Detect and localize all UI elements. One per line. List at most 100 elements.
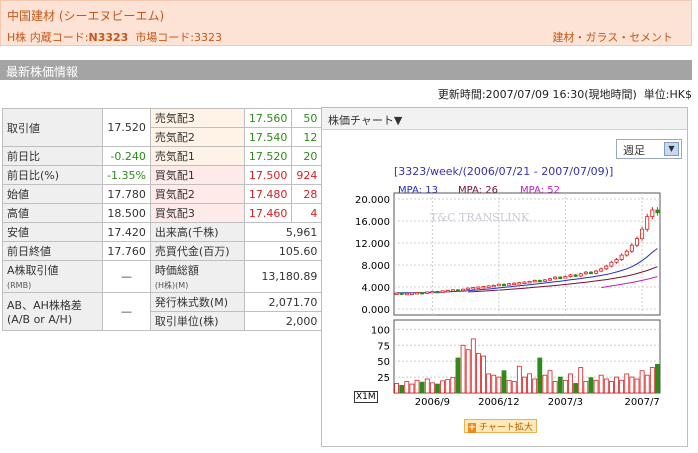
candle-body bbox=[461, 288, 466, 292]
volume-bar bbox=[532, 378, 538, 394]
candle-body bbox=[409, 292, 414, 295]
open-label: 始値 bbox=[2, 184, 103, 204]
candle-body bbox=[404, 292, 409, 296]
update-info: 更新時間:2007/07/09 16:30(現地時間) 単位:HK$ bbox=[438, 86, 692, 102]
last-price-value: 17.520 bbox=[102, 108, 151, 147]
volume-bar bbox=[516, 365, 522, 394]
candle-body bbox=[594, 270, 599, 274]
chart-enlarge-button[interactable]: + チャート拡大 bbox=[464, 419, 537, 433]
ask3-qty: 50 bbox=[291, 108, 323, 128]
volume-bar bbox=[399, 384, 405, 394]
ask2-qty: 12 bbox=[291, 127, 323, 147]
volume-tick-label: 100 bbox=[371, 325, 390, 336]
volume-label: 出来高(千株) bbox=[149, 222, 245, 242]
ask2-label: 売気配2 bbox=[149, 127, 245, 147]
x-tick-label: 2007/7 bbox=[625, 397, 660, 408]
watermark-text: T&C TRANSLINK bbox=[430, 211, 530, 224]
volume-bar bbox=[609, 381, 614, 394]
price-tick-label: 0.000 bbox=[361, 305, 390, 316]
candle-body bbox=[425, 291, 430, 294]
candle-body bbox=[501, 283, 506, 287]
volume-bar bbox=[537, 357, 543, 394]
volume-bar bbox=[655, 363, 660, 394]
volume-bar bbox=[557, 376, 563, 394]
ask1-qty: 20 bbox=[291, 146, 323, 166]
volume-bar bbox=[629, 376, 635, 394]
volume-bar bbox=[409, 383, 415, 394]
price-tick-label: 12.000 bbox=[355, 239, 390, 250]
ask3-price: 17.560 bbox=[243, 108, 293, 128]
a-price-unit: (RMB) bbox=[7, 281, 32, 290]
candle-body bbox=[634, 238, 639, 246]
candle-body bbox=[476, 286, 481, 289]
ask1-price: 17.520 bbox=[243, 146, 293, 166]
prev-close-label: 前日終値 bbox=[2, 241, 103, 261]
candle-body bbox=[542, 279, 547, 282]
bid3-price: 17.460 bbox=[243, 203, 293, 223]
chart-panel: 株価チャート▼ 週足 ▼ [3323/week/(2006/07/21 - 20… bbox=[321, 107, 688, 447]
ask1-label: 売気配1 bbox=[149, 146, 245, 166]
volume-bar bbox=[614, 376, 619, 394]
prev-close-value: 17.760 bbox=[102, 241, 151, 261]
volume-bar bbox=[419, 381, 425, 394]
candle-body bbox=[583, 271, 588, 275]
candle-body bbox=[532, 279, 537, 283]
volume-bar bbox=[404, 381, 410, 394]
change-label: 前日比 bbox=[2, 146, 103, 166]
volume-bar bbox=[414, 379, 420, 394]
price-tick-label: 20.000 bbox=[355, 195, 390, 206]
lot-label: 取引単位(株) bbox=[149, 311, 245, 331]
market-code: 市場コード:3323 bbox=[135, 31, 223, 44]
volume-bar bbox=[522, 376, 527, 394]
bid3-qty: 4 bbox=[291, 203, 323, 223]
bid1-label: 買気配1 bbox=[149, 165, 245, 185]
candle-body bbox=[619, 254, 624, 260]
candle-body bbox=[578, 273, 583, 277]
mcap-label-text: 時価総額 bbox=[154, 264, 199, 277]
ask3-label: 売気配3 bbox=[149, 108, 245, 128]
candle-body bbox=[445, 289, 450, 293]
candle-body bbox=[430, 290, 435, 294]
volume-bar bbox=[429, 382, 435, 394]
volume-bar bbox=[542, 374, 548, 394]
lot-value: 2,000 bbox=[243, 311, 323, 331]
volume-bar bbox=[445, 379, 451, 394]
low-value: 17.420 bbox=[102, 222, 151, 242]
volume-bar bbox=[491, 374, 497, 394]
x-tick-label: 2007/3 bbox=[548, 397, 583, 408]
candle-body bbox=[609, 261, 614, 267]
volume-bar bbox=[440, 380, 445, 394]
volume-bar bbox=[619, 379, 625, 394]
candle-body bbox=[450, 289, 455, 292]
vol-unit-label: X1M bbox=[354, 391, 378, 403]
volume-value: 5,961 bbox=[243, 222, 323, 242]
volume-bar bbox=[501, 370, 507, 394]
volume-bar bbox=[481, 355, 486, 394]
unit-label: 単位:HK$ bbox=[643, 88, 692, 101]
candle-body bbox=[624, 250, 629, 256]
candle-body bbox=[645, 216, 650, 230]
ask2-price: 17.540 bbox=[243, 127, 293, 147]
volume-bar bbox=[634, 378, 640, 394]
x-tick-label: 2006/9 bbox=[415, 397, 450, 408]
volume-bar bbox=[460, 344, 466, 394]
plus-icon: + bbox=[468, 423, 476, 433]
candle-body bbox=[471, 287, 476, 290]
chart-enlarge-label: チャート拡大 bbox=[479, 423, 533, 433]
last-price-label: 取引値 bbox=[2, 108, 103, 147]
candle-body bbox=[491, 284, 496, 288]
volume-bar bbox=[394, 383, 399, 394]
volume-bar bbox=[476, 353, 481, 394]
bid3-label: 買気配3 bbox=[149, 203, 245, 223]
volume-bar bbox=[506, 379, 512, 394]
candle-body bbox=[548, 278, 553, 281]
volume-bar bbox=[470, 338, 476, 394]
volume-tick-label: 25 bbox=[377, 373, 390, 384]
candle-body bbox=[568, 274, 573, 277]
low-label: 安値 bbox=[2, 222, 103, 242]
candle-body bbox=[650, 209, 655, 217]
volume-bar bbox=[450, 377, 456, 394]
candle-body bbox=[440, 290, 445, 293]
company-name: 中国建材 (シーエヌビーエム) bbox=[7, 9, 165, 23]
volume-bar bbox=[496, 376, 502, 394]
